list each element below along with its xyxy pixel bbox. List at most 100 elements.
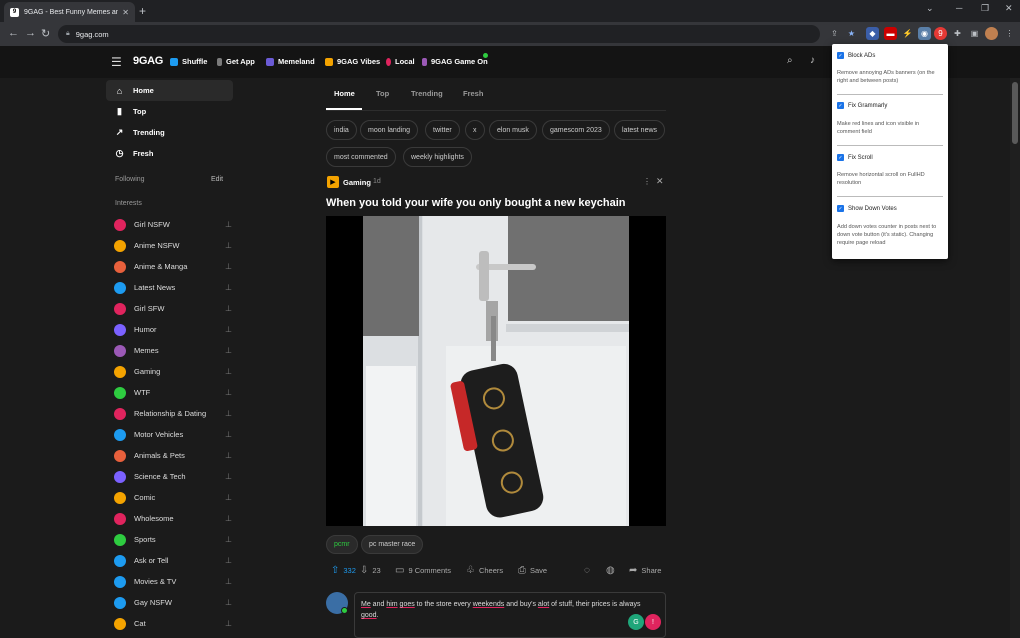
gaming-section-icon[interactable]: ▶	[327, 176, 339, 188]
forward-icon[interactable]: →	[25, 27, 36, 39]
pin-icon[interactable]: ⊥	[225, 409, 232, 418]
sidebar-interest-item[interactable]: Cat ⊥	[114, 615, 232, 632]
comments-button[interactable]: ▭ 9 Comments	[395, 565, 451, 576]
9gag-extension-icon[interactable]: 9	[934, 27, 947, 40]
whatsapp-share-button[interactable]: ◌	[584, 565, 594, 576]
tag-pcmr[interactable]: pcmr	[326, 535, 358, 554]
sidebar-interest-item[interactable]: Science & Tech ⊥	[114, 468, 232, 485]
save-button[interactable]: ⎙ Save	[518, 565, 547, 576]
comment-input[interactable]: Me and him goes to the store every weeke…	[354, 592, 666, 638]
post-image[interactable]	[326, 216, 666, 526]
chip-x[interactable]: x	[465, 120, 485, 140]
chip-elon-musk[interactable]: elon musk	[489, 120, 537, 140]
pin-icon[interactable]: ⊥	[225, 556, 232, 565]
grammarly-alerts-icon[interactable]: !	[645, 614, 661, 630]
pin-icon[interactable]: ⊥	[225, 241, 232, 250]
chip-twitter[interactable]: twitter	[425, 120, 460, 140]
pin-icon[interactable]: ⊥	[225, 388, 232, 397]
upvote-button[interactable]: ⇧ 332	[331, 565, 356, 576]
pin-icon[interactable]: ⊥	[225, 472, 232, 481]
sidebar-interest-item[interactable]: Gaming ⊥	[114, 363, 232, 380]
checkbox-checked-icon[interactable]: ✓	[837, 154, 844, 161]
sidebar-interest-item[interactable]: Ask or Tell ⊥	[114, 552, 232, 569]
extension-shield-icon[interactable]: ◆	[866, 27, 879, 40]
tab-fresh[interactable]: Fresh	[463, 89, 483, 98]
pin-icon[interactable]: ⊥	[225, 325, 232, 334]
site-logo[interactable]: 9GAG	[133, 55, 163, 67]
share-button[interactable]: ➦ Share	[629, 565, 661, 576]
sidebar-interest-item[interactable]: Motor Vehicles ⊥	[114, 426, 232, 443]
extension-person-icon[interactable]: ◉	[918, 27, 931, 40]
nav-9gag-vibes[interactable]: 9GAG Vibes	[325, 57, 380, 66]
maximize-icon[interactable]: ❐	[981, 3, 989, 14]
sidebar-interest-item[interactable]: Humor ⊥	[114, 321, 232, 338]
extensions-puzzle-icon[interactable]: ✚	[951, 27, 964, 40]
sidebar-interest-item[interactable]: Anime & Manga ⊥	[114, 258, 232, 275]
scrollbar-thumb[interactable]	[1012, 82, 1018, 144]
sidebar-interest-item[interactable]: Movies & TV ⊥	[114, 573, 232, 590]
messenger-share-button[interactable]: ◍	[606, 565, 619, 576]
pin-icon[interactable]: ⊥	[225, 430, 232, 439]
chip-gamescom-2023[interactable]: gamescom 2023	[542, 120, 610, 140]
sidebar-interest-item[interactable]: Sports ⊥	[114, 531, 232, 548]
sidebar-interest-item[interactable]: Girl NSFW ⊥	[114, 216, 232, 233]
pin-icon[interactable]: ⊥	[225, 514, 232, 523]
pin-icon[interactable]: ⊥	[225, 283, 232, 292]
sidebar-interest-item[interactable]: Wholesome ⊥	[114, 510, 232, 527]
cheers-button[interactable]: ♧ Cheers	[466, 565, 503, 576]
minimize-icon[interactable]: ─	[956, 3, 962, 13]
close-icon[interactable]: ✕	[656, 176, 664, 187]
checkbox-checked-icon[interactable]: ✓	[837, 205, 844, 212]
sidebar-interest-item[interactable]: Animals & Pets ⊥	[114, 447, 232, 464]
option-block-ads[interactable]: ✓ Block ADs	[837, 52, 875, 59]
back-icon[interactable]: ←	[8, 27, 19, 39]
sidebar-item-trending[interactable]: ↗ Trending	[106, 122, 233, 143]
sidebar-interest-item[interactable]: Gay NSFW ⊥	[114, 594, 232, 611]
bookmark-star-icon[interactable]: ★	[845, 27, 858, 40]
sidebar-interest-item[interactable]: Anime NSFW ⊥	[114, 237, 232, 254]
url-bar[interactable]: 🔒︎ 9gag.com	[58, 25, 820, 43]
hamburger-menu-icon[interactable]: ☰	[111, 55, 122, 69]
pin-icon[interactable]: ⊥	[225, 619, 232, 628]
close-tab-icon[interactable]: ✕	[122, 8, 129, 17]
chip-most-commented[interactable]: most commented	[326, 147, 396, 167]
scrollbar[interactable]	[1010, 78, 1020, 638]
pin-icon[interactable]: ⊥	[225, 493, 232, 502]
tab-search-icon[interactable]: ⌄	[926, 3, 934, 14]
sidebar-interest-item[interactable]: Latest News ⊥	[114, 279, 232, 296]
sidebar-interest-item[interactable]: Comic ⊥	[114, 489, 232, 506]
nav-get-app[interactable]: Get App	[217, 57, 255, 66]
following-edit-link[interactable]: Edit	[211, 176, 223, 183]
tab-home[interactable]: Home	[334, 89, 355, 98]
post-title[interactable]: When you told your wife you only bought …	[326, 197, 625, 209]
sidebar-interest-item[interactable]: Girl SFW ⊥	[114, 300, 232, 317]
share-icon[interactable]: ⇪	[828, 27, 841, 40]
pin-icon[interactable]: ⊥	[225, 535, 232, 544]
tag-pc-master-race[interactable]: pc master race	[361, 535, 424, 554]
nav-shuffle[interactable]: Shuffle	[170, 57, 207, 66]
tab-top[interactable]: Top	[376, 89, 389, 98]
nav-memeland[interactable]: Memeland	[266, 57, 315, 66]
more-options-icon[interactable]: ⋮	[643, 177, 651, 186]
sidebar-interest-item[interactable]: Memes ⊥	[114, 342, 232, 359]
pin-icon[interactable]: ⊥	[225, 304, 232, 313]
tab-trending[interactable]: Trending	[411, 89, 443, 98]
chip-moon-landing[interactable]: moon landing	[360, 120, 419, 140]
grammarly-icon[interactable]: G	[628, 614, 644, 630]
pin-icon[interactable]: ⊥	[225, 346, 232, 355]
browser-tab[interactable]: 9 9GAG - Best Funny Memes and Breaking N…	[4, 2, 135, 22]
pin-icon[interactable]: ⊥	[225, 451, 232, 460]
pin-icon[interactable]: ⊥	[225, 220, 232, 229]
sidebar-item-top[interactable]: ▮ Top	[106, 101, 233, 122]
notification-bell-icon[interactable]: ♪	[810, 55, 815, 66]
sidepanel-icon[interactable]: ▣	[968, 27, 981, 40]
profile-avatar[interactable]	[985, 27, 998, 40]
close-window-icon[interactable]: ✕	[1005, 3, 1013, 14]
option-show-down-votes[interactable]: ✓ Show Down Votes	[837, 205, 897, 212]
nav-local[interactable]: Local	[386, 57, 415, 66]
post-section-name[interactable]: Gaming	[343, 178, 371, 187]
pin-icon[interactable]: ⊥	[225, 262, 232, 271]
nav-9gag-game-on[interactable]: 9GAG Game On	[422, 57, 488, 66]
pin-icon[interactable]: ⊥	[225, 577, 232, 586]
reload-icon[interactable]: ↻	[41, 27, 50, 40]
